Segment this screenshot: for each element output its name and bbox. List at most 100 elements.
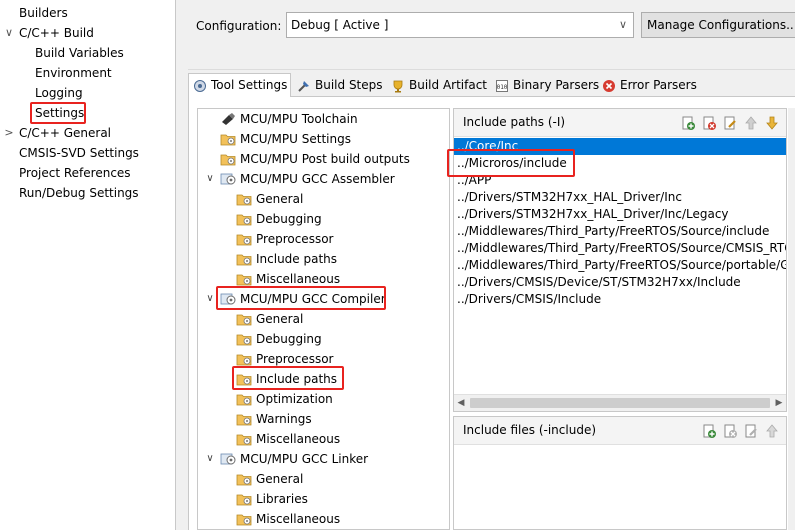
build-artifact-icon [391, 78, 405, 93]
vertical-scrollbar[interactable] [788, 108, 795, 530]
chevron-down-icon[interactable]: ∨ [205, 450, 215, 468]
tree-item-miscellaneous[interactable]: Miscellaneous [234, 510, 340, 528]
toolchain-icon [220, 112, 236, 126]
tree-item-debugging[interactable]: Debugging [234, 330, 322, 348]
tree-item-mcu-mpu-post-build-outputs[interactable]: MCU/MPU Post build outputs [218, 150, 410, 168]
tree-item-miscellaneous[interactable]: Miscellaneous [234, 430, 340, 448]
nav-item-c-c-build[interactable]: C/C++ Build [19, 24, 94, 42]
configuration-select[interactable]: Debug [ Active ] ∨ [286, 12, 634, 38]
tree-item-preprocessor[interactable]: Preprocessor [234, 230, 333, 248]
delete-icon[interactable] [701, 114, 717, 130]
delete-icon[interactable] [722, 422, 738, 438]
edit-icon[interactable] [743, 422, 759, 438]
tree-item-label: Preprocessor [256, 352, 334, 366]
tree-item-mcu-mpu-toolchain[interactable]: MCU/MPU Toolchain [218, 110, 358, 128]
scroll-right-icon[interactable]: ▶ [772, 395, 786, 411]
tree-item-warnings[interactable]: Warnings [234, 410, 312, 428]
chevron-down-icon[interactable]: ∨ [4, 24, 14, 42]
tree-item-label: Warnings [256, 412, 312, 426]
chevron-down-icon: ∨ [618, 18, 627, 31]
tree-item-general[interactable]: General [234, 310, 303, 328]
tree-item-debugging[interactable]: Debugging [234, 210, 322, 228]
tree-item-general[interactable]: General [234, 470, 303, 488]
tree-item-label: MCU/MPU GCC Linker [240, 452, 369, 466]
configuration-label: Configuration: [196, 19, 282, 33]
include-paths-toolbar [675, 114, 780, 130]
settings-folder-icon [236, 432, 252, 446]
tool-settings-tree: MCU/MPU Toolchain MCU/MPU Settings MCU/MPU… [197, 108, 450, 530]
tree-item-label: MCU/MPU Settings [240, 132, 351, 146]
scroll-thumb[interactable] [470, 398, 770, 408]
nav-item-builders[interactable]: Builders [19, 4, 68, 22]
include-files-title: Include files (-include) [463, 423, 597, 437]
tab-label: Build Artifact [409, 78, 487, 92]
settings-folder-icon [236, 252, 252, 266]
tree-item-mcu-mpu-settings[interactable]: MCU/MPU Settings [218, 130, 351, 148]
nav-item-logging[interactable]: Logging [35, 84, 83, 102]
settings-folder-icon [236, 192, 252, 206]
tab-tool-settings[interactable]: Tool Settings [188, 73, 291, 98]
tab-binary-parsers[interactable]: 010 Binary Parsers [490, 73, 599, 97]
tree-item-label: MCU/MPU Toolchain [240, 112, 358, 126]
tree-item-label: MCU/MPU Post build outputs [240, 152, 410, 166]
include-path-row[interactable]: ../Drivers/CMSIS/Device/ST/STM32H7xx/Inc… [457, 274, 741, 291]
include-path-row[interactable]: ../Middlewares/Third_Party/FreeRTOS/Sour… [457, 223, 769, 240]
tree-item-general[interactable]: General [234, 190, 303, 208]
highlight-box [447, 149, 575, 177]
tab-build-artifact[interactable]: Build Artifact [386, 73, 489, 97]
nav-item-environment[interactable]: Environment [35, 64, 112, 82]
include-path-row[interactable]: ../Drivers/CMSIS/Include [457, 291, 601, 308]
tree-item-optimization[interactable]: Optimization [234, 390, 333, 408]
tab-build-steps[interactable]: Build Steps [292, 73, 385, 97]
tree-item-mcu-mpu-gcc-assembler[interactable]: MCU/MPU GCC Assembler [218, 170, 395, 188]
scroll-left-icon[interactable]: ◀ [454, 395, 468, 411]
tab-error-parsers[interactable]: Error Parsers [597, 73, 702, 97]
tree-item-label: Debugging [256, 212, 322, 226]
include-files-toolbar [696, 422, 780, 438]
move-down-icon[interactable] [764, 114, 780, 130]
nav-item-cmsis-svd-settings[interactable]: CMSIS-SVD Settings [19, 144, 139, 162]
nav-item-build-variables[interactable]: Build Variables [35, 44, 124, 62]
highlight-box [216, 286, 386, 310]
tree-item-label: MCU/MPU GCC Assembler [240, 172, 395, 186]
settings-folder-icon [236, 392, 252, 406]
settings-folder-icon [236, 212, 252, 226]
tree-item-label: Debugging [256, 332, 322, 346]
move-up-icon[interactable] [764, 422, 780, 438]
build-steps-icon [297, 78, 311, 92]
edit-icon[interactable] [722, 114, 738, 130]
binary-parsers-icon: 010 [495, 78, 509, 92]
highlight-box [30, 102, 86, 124]
add-icon[interactable] [701, 422, 717, 438]
horizontal-scrollbar[interactable]: ◀ ▶ [454, 394, 786, 411]
highlight-box [232, 366, 344, 390]
settings-folder-icon [220, 152, 236, 166]
include-path-row[interactable]: ../Middlewares/Third_Party/FreeRTOS/Sour… [457, 240, 786, 257]
manage-configurations-button[interactable]: Manage Configurations... [641, 12, 795, 38]
include-files-panel: Include files (-include) [453, 416, 787, 530]
tree-item-include-paths[interactable]: Include paths [234, 250, 337, 268]
tree-item-label: General [256, 472, 304, 486]
chevron-right-icon[interactable]: > [4, 124, 14, 142]
settings-folder-icon [236, 232, 252, 246]
nav-item-run-debug-settings[interactable]: Run/Debug Settings [19, 184, 139, 202]
nav-item-project-references[interactable]: Project References [19, 164, 131, 182]
tool-settings-icon [193, 78, 207, 92]
tree-item-mcu-mpu-gcc-linker[interactable]: MCU/MPU GCC Linker [218, 450, 368, 468]
move-up-icon[interactable] [743, 114, 759, 130]
include-files-header: Include files (-include) [454, 417, 786, 445]
svg-text:010: 010 [497, 84, 508, 91]
include-path-row[interactable]: ../Drivers/STM32H7xx_HAL_Driver/Inc [457, 189, 682, 206]
chevron-down-icon[interactable]: ∨ [205, 290, 215, 308]
tree-item-label: Preprocessor [256, 232, 334, 246]
chevron-down-icon[interactable]: ∨ [205, 170, 215, 188]
error-parsers-icon [602, 78, 616, 92]
include-paths-title: Include paths (-I) [463, 115, 566, 129]
add-icon[interactable] [680, 114, 696, 130]
nav-item-c-c-general[interactable]: C/C++ General [19, 124, 111, 142]
include-path-row[interactable]: ../Middlewares/Third_Party/FreeRTOS/Sour… [457, 257, 786, 274]
tab-label: Error Parsers [620, 78, 697, 92]
tree-item-libraries[interactable]: Libraries [234, 490, 308, 508]
include-path-row[interactable]: ../Drivers/STM32H7xx_HAL_Driver/Inc/Lega… [457, 206, 729, 223]
settings-folder-icon [236, 312, 252, 326]
